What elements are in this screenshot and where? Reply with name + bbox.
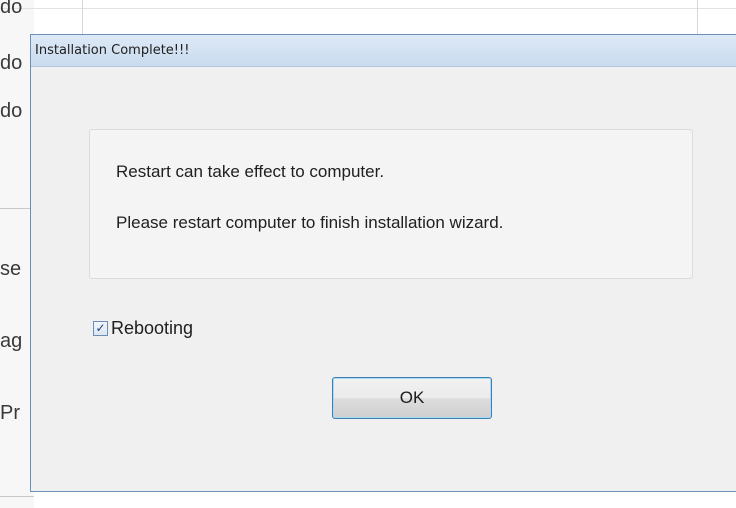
background-left-column (0, 0, 34, 508)
background-column-divider (82, 0, 83, 34)
background-separator (0, 496, 34, 497)
background-text-fragment: do (0, 52, 23, 74)
rebooting-option[interactable]: ✓ Rebooting (93, 317, 193, 339)
background-text-fragment: ag (0, 330, 23, 352)
background-text-fragment: se (0, 258, 22, 280)
checkmark-icon: ✓ (95, 321, 106, 335)
background-column-divider-right (697, 0, 698, 34)
message-line-2: Please restart computer to finish instal… (116, 213, 504, 232)
background-text-fragment: do (0, 100, 23, 122)
background-text-fragment: do (0, 0, 23, 18)
dialog-titlebar[interactable]: Installation Complete!!! (31, 35, 736, 67)
background-top-border (0, 8, 736, 9)
installation-complete-dialog: Installation Complete!!! Restart can tak… (30, 34, 736, 492)
message-panel: Restart can take effect to computer. Ple… (89, 129, 693, 279)
background-separator (0, 208, 34, 209)
background-text-fragment: Pr (0, 402, 20, 424)
screen: do do do se ag Pr Installation Complete!… (0, 0, 736, 508)
message-line-1: Restart can take effect to computer. (116, 162, 385, 181)
dialog-content: Restart can take effect to computer. Ple… (31, 67, 736, 485)
rebooting-checkbox-label[interactable]: Rebooting (111, 318, 193, 339)
ok-button[interactable]: OK (332, 377, 492, 419)
dialog-title: Installation Complete!!! (35, 43, 190, 58)
rebooting-checkbox[interactable]: ✓ (93, 320, 108, 336)
